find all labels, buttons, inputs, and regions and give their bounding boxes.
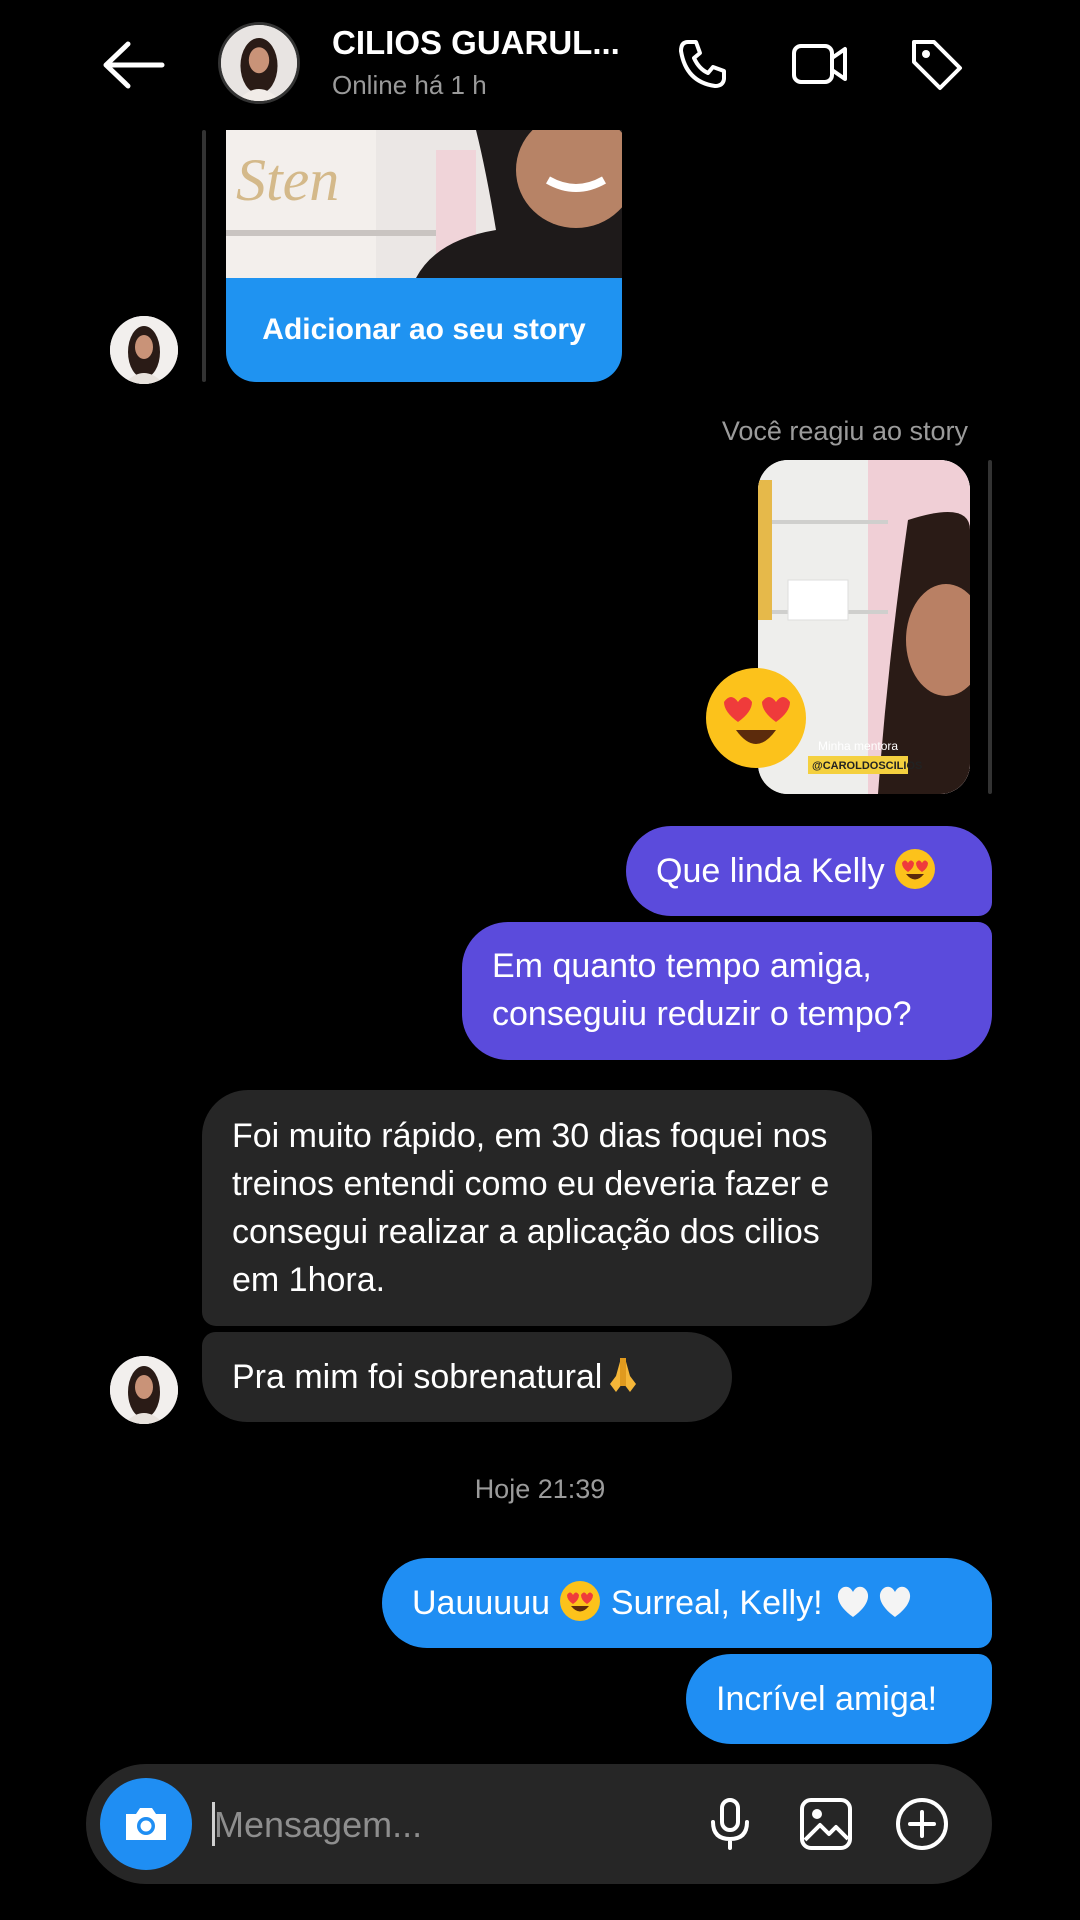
- timestamp-divider: Hoje 21:39: [474, 1474, 606, 1504]
- contact-name[interactable]: CILIOS GUARUL...: [332, 24, 620, 62]
- shared-story-preview[interactable]: Sten: [226, 130, 622, 278]
- sent-message-bubble[interactable]: Uauuuuu Surreal, Kelly!: [382, 1558, 992, 1648]
- reacted-story-label: Você reagiu ao story: [721, 416, 968, 446]
- message-text: Em quanto tempo amiga, conseguiu reduzir…: [492, 947, 912, 1033]
- heart-eyes-emoji-icon: [704, 666, 808, 770]
- white-heart-icon: [832, 1580, 874, 1622]
- message-input[interactable]: [214, 1800, 674, 1850]
- sent-message-bubble[interactable]: Incrível amiga!: [686, 1654, 992, 1744]
- message-text: Pra mim foi sobrenatural: [232, 1358, 603, 1396]
- contact-avatar[interactable]: [110, 316, 178, 384]
- back-arrow-icon[interactable]: [100, 40, 166, 90]
- sent-message-bubble[interactable]: Que linda Kelly: [626, 826, 992, 916]
- story-caption: Minha mentora: [818, 739, 898, 753]
- message-text: Uauuuuu: [412, 1584, 551, 1622]
- folded-hands-emoji-icon: [602, 1354, 644, 1396]
- thread-line: [988, 460, 992, 794]
- message-text: Incrível amiga!: [716, 1680, 938, 1718]
- video-call-icon[interactable]: [790, 34, 850, 94]
- add-plus-icon[interactable]: [892, 1794, 952, 1854]
- tag-icon[interactable]: [906, 34, 966, 94]
- gallery-icon[interactable]: [796, 1794, 856, 1854]
- white-heart-icon: [874, 1580, 916, 1622]
- phone-call-icon[interactable]: [672, 34, 732, 94]
- microphone-icon[interactable]: [700, 1794, 760, 1854]
- received-message-bubble[interactable]: Foi muito rápido, em 30 dias foquei nos …: [202, 1090, 872, 1326]
- message-text: Surreal, Kelly!: [610, 1584, 823, 1622]
- contact-avatar[interactable]: [110, 1356, 178, 1424]
- svg-text:Sten: Sten: [236, 147, 339, 213]
- heart-eyes-emoji-icon: [894, 848, 936, 890]
- camera-button[interactable]: [100, 1778, 192, 1870]
- received-message-bubble[interactable]: Pra mim foi sobrenatural: [202, 1332, 732, 1422]
- message-text: Foi muito rápido, em 30 dias foquei nos …: [232, 1117, 830, 1299]
- sent-message-bubble[interactable]: Em quanto tempo amiga, conseguiu reduzir…: [462, 922, 992, 1060]
- story-tag: @CAROLDOSCILIOS: [812, 760, 922, 772]
- online-status: Online há 1 h: [332, 70, 487, 100]
- heart-eyes-emoji-icon: [559, 1580, 601, 1622]
- message-text: Que linda Kelly: [656, 852, 885, 890]
- add-to-story-button[interactable]: Adicionar ao seu story: [226, 278, 622, 382]
- camera-icon: [126, 1808, 166, 1840]
- profile-avatar[interactable]: [218, 22, 300, 104]
- thread-line: [202, 130, 206, 382]
